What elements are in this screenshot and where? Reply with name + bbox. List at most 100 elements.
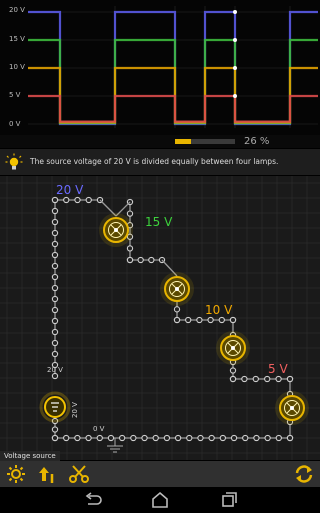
wire-node[interactable]	[51, 262, 59, 270]
wire-node[interactable]	[218, 316, 225, 324]
wire-node[interactable]	[51, 218, 59, 226]
wire-node[interactable]	[173, 306, 181, 313]
wire-node[interactable]	[219, 434, 227, 442]
wire-node[interactable]	[208, 434, 215, 442]
wire-node[interactable]	[173, 316, 181, 324]
wire-node[interactable]	[229, 367, 237, 374]
wire-node[interactable]	[51, 295, 59, 303]
wire-node[interactable]	[51, 306, 59, 314]
progress-row: 26 %	[0, 135, 320, 148]
wire-node[interactable]	[242, 434, 249, 442]
wire-node[interactable]	[148, 256, 155, 264]
scope-y-label-20: 20 V	[9, 6, 25, 14]
circuit-board[interactable]: 20 V 15 V 10 V 5 V 20 V 20 V 0 V	[0, 176, 320, 460]
source-top-voltage: 20 V	[47, 366, 63, 374]
recent-apps-icon[interactable]	[218, 491, 238, 509]
wire-node[interactable]	[252, 375, 259, 383]
wire-node[interactable]	[174, 434, 182, 442]
wire-node[interactable]	[51, 372, 59, 380]
wire-node[interactable]	[51, 240, 59, 248]
home-icon[interactable]	[150, 491, 170, 509]
node-voltage-5: 5 V	[268, 362, 288, 376]
refresh-icon[interactable]	[293, 464, 315, 484]
wires[interactable]	[51, 196, 294, 442]
info-text: The source voltage of 20 V is divided eq…	[30, 157, 279, 166]
wire-node[interactable]	[186, 434, 193, 442]
scope-y-label-15: 15 V	[9, 35, 25, 43]
wire-node[interactable]	[275, 375, 282, 383]
wire-node[interactable]	[253, 434, 260, 442]
wire-node[interactable]	[96, 434, 103, 442]
wire-node[interactable]	[63, 434, 70, 442]
wire-node[interactable]	[130, 434, 137, 442]
wire-node[interactable]	[51, 273, 59, 281]
mode-tag: Voltage source	[0, 451, 60, 461]
wire-node[interactable]	[51, 434, 59, 442]
wire-node[interactable]	[141, 434, 148, 442]
info-bar: The source voltage of 20 V is divided eq…	[0, 149, 320, 175]
wire-node[interactable]	[51, 339, 59, 347]
wire-node[interactable]	[163, 434, 171, 442]
wire-node[interactable]	[126, 256, 134, 264]
scope-cursor-dot	[233, 66, 237, 70]
node-voltage-10: 10 V	[205, 303, 233, 317]
voltage-scope: 20 V 15 V 10 V 5 V 0 V	[0, 0, 320, 135]
wire-node[interactable]	[275, 434, 282, 442]
wire-node[interactable]	[286, 434, 294, 442]
wire-node[interactable]	[74, 434, 81, 442]
wire-node[interactable]	[126, 245, 134, 252]
component-menu-icon[interactable]	[5, 464, 27, 484]
lamp[interactable]	[216, 331, 250, 365]
lightbulb-icon	[5, 153, 23, 175]
wire-node[interactable]	[207, 316, 214, 324]
wire-node[interactable]	[185, 316, 192, 324]
lamp[interactable]	[275, 391, 309, 425]
scope-trace	[28, 94, 318, 123]
wire-node[interactable]	[286, 375, 294, 383]
wire-node[interactable]	[264, 434, 271, 442]
wire-node[interactable]	[51, 284, 59, 292]
wire-node[interactable]	[51, 229, 59, 237]
scope-cursor-dot	[233, 10, 237, 14]
voltage-traces	[28, 6, 318, 128]
wire-node[interactable]	[229, 375, 237, 383]
wire-node[interactable]	[51, 328, 59, 336]
wire-node[interactable]	[137, 256, 144, 264]
wire-node[interactable]	[107, 434, 115, 442]
wire-node[interactable]	[51, 207, 59, 215]
wire-node[interactable]	[51, 196, 59, 204]
lamp[interactable]	[99, 213, 133, 247]
ground-voltage: 0 V	[93, 425, 105, 433]
wire-node[interactable]	[196, 316, 203, 324]
node-voltage-15: 15 V	[145, 215, 173, 229]
wire-node[interactable]	[51, 350, 59, 358]
wire-node[interactable]	[74, 196, 81, 204]
wire-node[interactable]	[51, 426, 59, 433]
wire-node[interactable]	[241, 375, 248, 383]
wire-node[interactable]	[197, 434, 204, 442]
wire-node[interactable]	[229, 316, 237, 324]
toolbar	[0, 461, 320, 487]
wire-node[interactable]	[63, 196, 70, 204]
navigation-bar	[0, 487, 320, 512]
wire-node[interactable]	[85, 434, 92, 442]
progress-fill	[175, 139, 191, 144]
source-rating: 20 V	[71, 402, 79, 418]
wire-node[interactable]	[51, 317, 59, 325]
wire-node[interactable]	[85, 196, 92, 204]
upload-icon[interactable]	[36, 464, 58, 484]
lamp[interactable]	[160, 272, 194, 306]
scope-y-label-5: 5 V	[9, 91, 21, 99]
cut-wire-icon[interactable]	[68, 464, 90, 484]
wire-node[interactable]	[152, 434, 159, 442]
scope-trace	[28, 38, 318, 125]
wire-node[interactable]	[51, 251, 59, 259]
wire-node[interactable]	[230, 434, 238, 442]
wire-node[interactable]	[126, 210, 134, 217]
back-icon[interactable]	[83, 491, 103, 509]
scope-cursor-dot	[233, 94, 237, 98]
voltage-source[interactable]	[39, 391, 71, 423]
progress-bar	[175, 139, 235, 144]
wire-node[interactable]	[118, 434, 126, 442]
wire-node[interactable]	[264, 375, 271, 383]
